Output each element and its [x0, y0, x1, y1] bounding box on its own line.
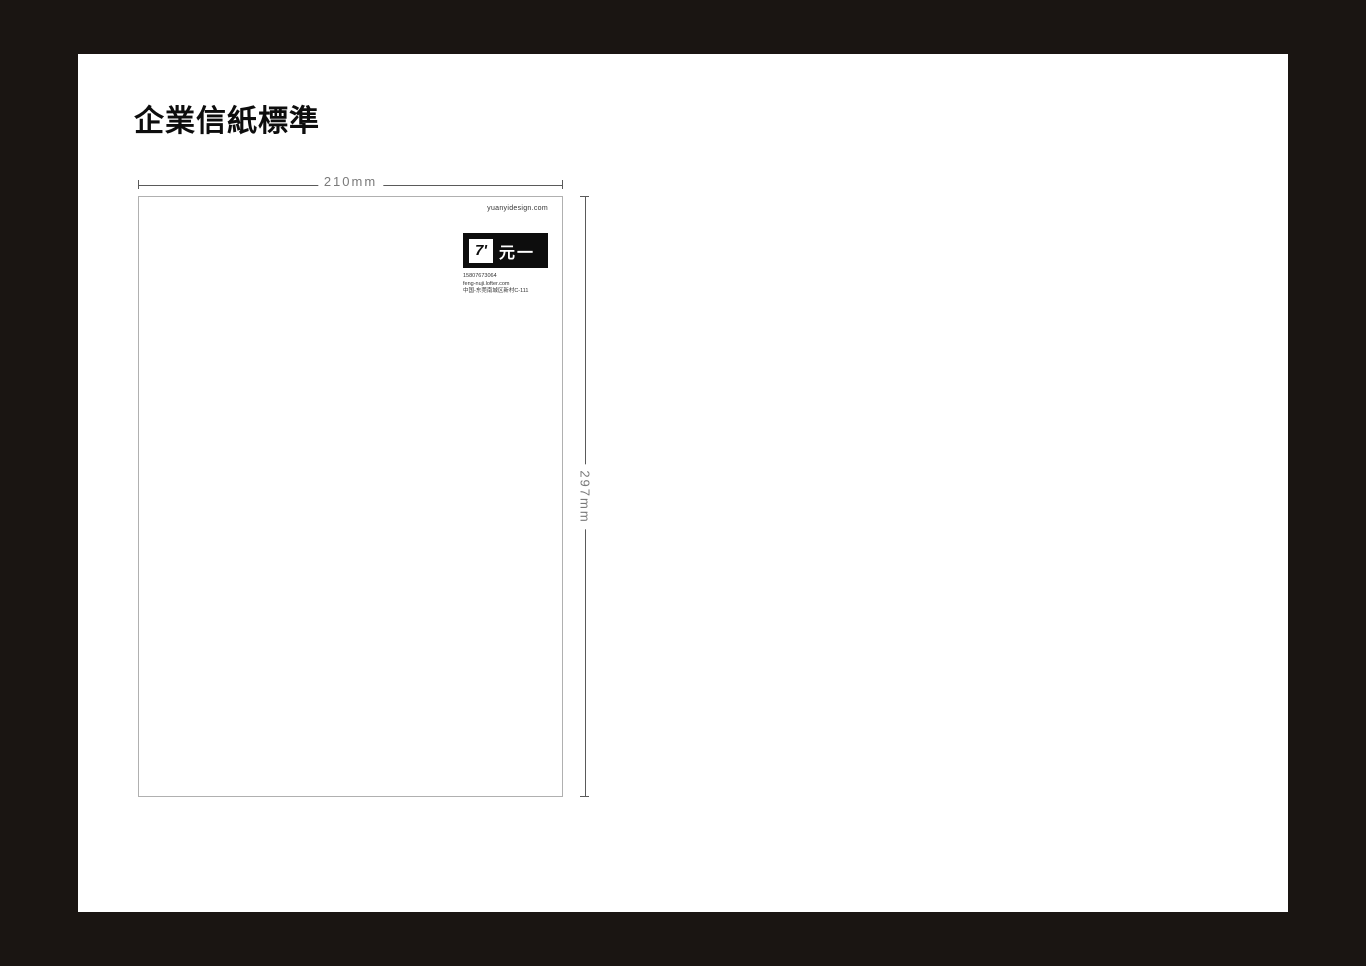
logo-block: 7' 元一	[463, 233, 548, 268]
contact-info: 15807673064 feng-nuji.lofter.com 中国-东莞南城…	[463, 273, 548, 296]
height-dimension-label: 297mm	[578, 464, 593, 529]
contact-address: 中国-东莞南城区新村C-111	[463, 288, 548, 296]
width-dimension: 210mm	[138, 176, 563, 194]
letterhead-paper: yuanyidesign.com 7' 元一 15807673064 feng-…	[138, 196, 563, 797]
logo-text: 元一	[499, 239, 535, 263]
height-dimension: 297mm	[576, 196, 594, 797]
contact-phone: 15807673064	[463, 273, 548, 281]
specification-page: 企業信紙標準 210mm yuanyidesign.com 7' 元一 1580…	[78, 54, 1288, 912]
logo-mark: 7'	[469, 239, 493, 263]
letterhead-container: 210mm yuanyidesign.com 7' 元一 15807673064…	[138, 176, 563, 797]
page-title: 企業信紙標準	[134, 96, 320, 140]
width-dimension-label: 210mm	[318, 174, 383, 189]
website-url: yuanyidesign.com	[487, 205, 548, 212]
